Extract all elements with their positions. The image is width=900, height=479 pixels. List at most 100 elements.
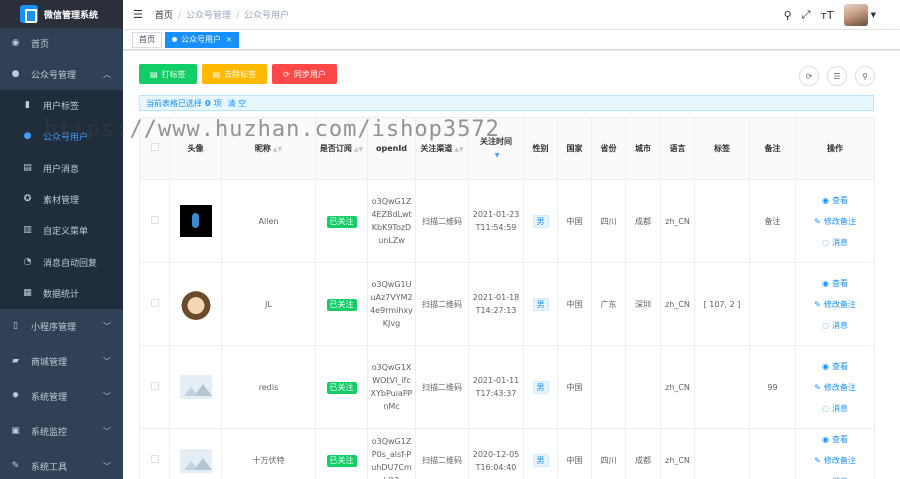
action-label: 查看 [831, 195, 848, 205]
row-checkbox[interactable] [150, 298, 159, 307]
chat-icon: ◌ [822, 237, 829, 247]
subscribe-cell: 已关注 [315, 345, 368, 429]
tags-view: 首页 公众号用户 ✕ [123, 30, 900, 50]
sort-icon[interactable]: ▲▼ [273, 143, 282, 156]
fullscreen-icon[interactable]: ⤢ [802, 8, 811, 22]
tag-button[interactable]: ▤ 打标签 [139, 64, 197, 84]
table-header-row: 头像 昵称 ▲▼ 是否订阅 ▲▼ openId 关注渠道 ▲▼ 关注时间 ▼ 性别 国家… [139, 117, 875, 180]
edit-remark-link[interactable]: ✎ 修改备注 [798, 377, 872, 398]
message-link[interactable]: ◌消息 [798, 232, 872, 253]
tag-label: 公众号用户 [181, 34, 221, 44]
view-link[interactable]: ◉ 查看 [798, 273, 872, 294]
chevron-down-icon: ﹀ [103, 322, 111, 332]
openid-cell: o3QwG1ZP0s_alsf-PuhDU7CmLQ2 [367, 428, 416, 479]
sidebar-item-mp-manage[interactable]: ● 公众号管理 ︿ [0, 59, 123, 90]
action-label: 消息 [831, 320, 848, 330]
breadcrumb-item[interactable]: 首页 [155, 11, 173, 21]
sync-users-button[interactable]: ⟳ 同步用户 [272, 64, 337, 84]
view-link[interactable]: ◉ 查看 [798, 356, 872, 377]
row-select-cell [139, 428, 170, 479]
navbar: ☰ 首页 / 公众号管理 / 公众号用户 ⚲ ⤢ ᴛT ▼ [123, 0, 900, 30]
tag-home[interactable]: 首页 [132, 31, 162, 48]
edit-remark-link[interactable]: ✎ 修改备注 [798, 211, 872, 232]
eye-icon: ◉ [822, 361, 829, 371]
column-label: 是否订阅 [319, 143, 352, 153]
subscribe-cell: 已关注 [315, 262, 368, 346]
message-icon: ▤ [23, 162, 32, 173]
column-header: 语言 [660, 117, 695, 180]
clear-selection-link[interactable]: 清 空 [228, 98, 247, 109]
row-checkbox[interactable] [150, 381, 159, 390]
select-all-checkbox[interactable] [150, 143, 159, 151]
tag-mp-users[interactable]: 公众号用户 ✕ [165, 31, 239, 48]
gender-badge: 男 [532, 297, 549, 311]
openid-cell: o3QwG1XWOtVl_ifcXYbPuiaPPnMc [367, 345, 416, 429]
logo-icon [20, 5, 38, 23]
eye-icon: ◉ [822, 195, 829, 205]
chat-icon: ◌ [822, 320, 829, 330]
eye-icon: ◉ [822, 278, 829, 288]
sidebar-item-mall[interactable]: ▰ 商城管理 ﹀ [0, 344, 123, 379]
column-header: 备注 [749, 117, 796, 180]
message-link[interactable]: ◌消息 [798, 398, 872, 419]
row-checkbox[interactable] [150, 215, 159, 224]
tags-cell [694, 428, 750, 479]
close-icon[interactable]: ✕ [226, 33, 232, 47]
sidebar-item-materials[interactable]: ✪ 素材管理 [0, 184, 123, 215]
time-cell: 2021-01-18T14:27:13 [468, 262, 524, 346]
columns-icon[interactable]: ☰ [827, 66, 847, 86]
sidebar-item-auto-reply[interactable]: ◔ 消息自动回复 [0, 246, 123, 277]
gender-badge: 男 [532, 454, 549, 467]
tags-cell [694, 179, 750, 263]
chevron-down-icon: ﹀ [103, 427, 111, 437]
column-header[interactable]: 昵称 ▲▼ [221, 117, 316, 180]
search-icon[interactable]: ⚲ [855, 66, 875, 86]
time-cell: 2021-01-23T11:54:59 [468, 179, 524, 263]
column-header[interactable]: 关注时间 ▼ [468, 117, 524, 180]
sidebar-item-user-tags[interactable]: ▮ 用户标签 [0, 90, 123, 121]
avatar[interactable] [843, 4, 868, 26]
column-header: 性别 [523, 117, 558, 180]
channel-cell: 扫描二维码 [415, 345, 469, 429]
font-size-icon[interactable]: ᴛT [820, 9, 833, 22]
untag-button[interactable]: ▤ 去除标签 [201, 64, 268, 84]
nickname-cell: Allen [221, 179, 316, 263]
sidebar-item-statistics[interactable]: ▦ 数据统计 [0, 278, 123, 309]
message-link[interactable]: ◌消息 [798, 315, 872, 336]
sidebar-item-custom-menu[interactable]: ▥ 自定义菜单 [0, 215, 123, 246]
message-link[interactable]: ◌消息 [798, 471, 872, 479]
caret-down-icon[interactable]: ▼ [871, 11, 876, 19]
column-header[interactable]: 是否订阅 ▲▼ [315, 117, 368, 180]
sidebar-item-user-messages[interactable]: ▤ 用户消息 [0, 153, 123, 184]
sidebar-item-home[interactable]: ◉ 首页 [0, 28, 123, 59]
edit-remark-link[interactable]: ✎ 修改备注 [798, 294, 872, 315]
sidebar-item-miniprogram[interactable]: ▯ 小程序管理 ﹀ [0, 309, 123, 344]
tag-icon: ▮ [25, 100, 30, 111]
view-link[interactable]: ◉ 查看 [798, 429, 872, 450]
province-cell: 广东 [591, 262, 626, 346]
sidebar-item-label: 系统管理 [31, 393, 68, 404]
sidebar-item-tools[interactable]: ✎ 系统工具 ﹀ [0, 449, 123, 479]
edit-remark-link[interactable]: ✎ 修改备注 [798, 450, 872, 471]
sidebar-item-system[interactable]: ✹ 系统管理 ﹀ [0, 379, 123, 414]
row-select-cell [139, 179, 170, 263]
sort-desc-icon[interactable]: ▼ [495, 149, 500, 162]
channel-cell: 扫描二维码 [415, 262, 469, 346]
channel-cell: 扫描二维码 [415, 428, 469, 479]
column-header[interactable]: 关注渠道 ▲▼ [415, 117, 469, 180]
search-icon[interactable]: ⚲ [784, 9, 792, 22]
avatar-cell [169, 428, 222, 479]
hamburger-icon[interactable]: ☰ [133, 8, 143, 21]
sort-icon[interactable]: ▲▼ [354, 143, 363, 156]
refresh-icon[interactable]: ⟳ [799, 66, 819, 86]
sidebar-item-monitor[interactable]: ▣ 系统监控 ﹀ [0, 414, 123, 449]
tags-cell: [ 107, 2 ] [694, 262, 750, 346]
row-checkbox[interactable] [150, 455, 159, 463]
sort-icon[interactable]: ▲▼ [454, 143, 463, 156]
app-title: 微信管理系统 [44, 10, 99, 21]
tag-icon: ▤ [150, 69, 158, 79]
avatar-cell [169, 345, 222, 429]
column-header: 国家 [557, 117, 592, 180]
sidebar-item-mp-users[interactable]: ● 公众号用户 [0, 121, 123, 152]
view-link[interactable]: ◉ 查看 [798, 190, 872, 211]
